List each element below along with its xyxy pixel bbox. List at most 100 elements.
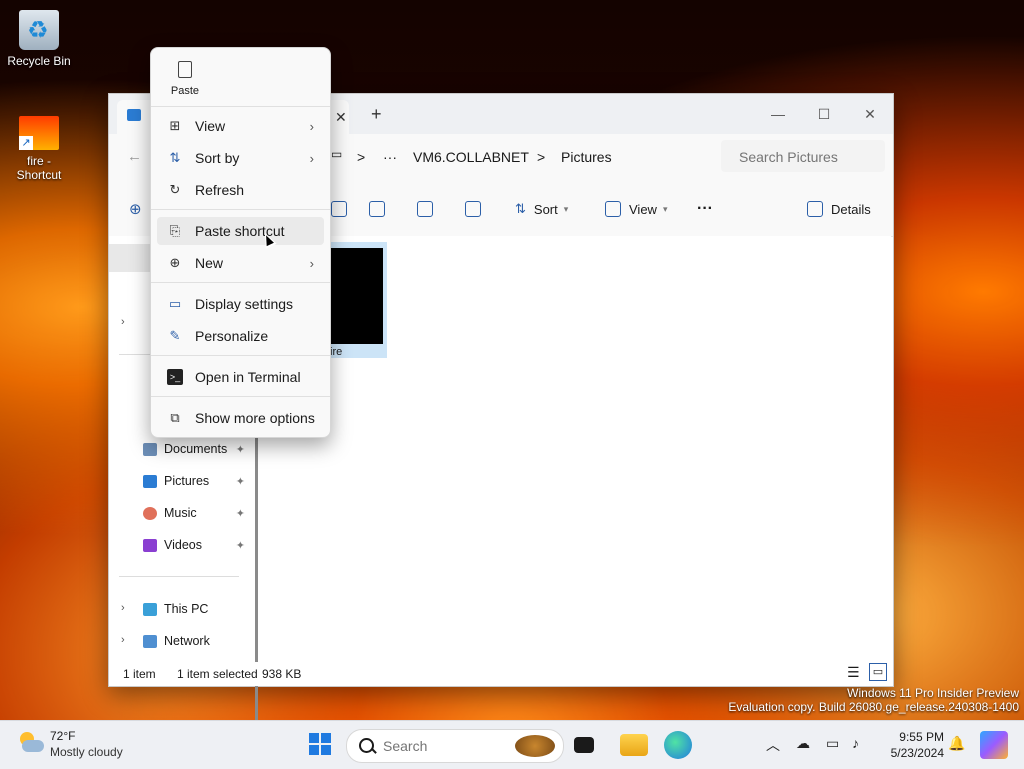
- taskbar-search[interactable]: [346, 729, 564, 763]
- nav-item-music[interactable]: Music ✦: [109, 499, 257, 527]
- search-box[interactable]: [721, 140, 891, 172]
- copilot-icon[interactable]: [980, 731, 1008, 759]
- share-button[interactable]: [417, 198, 441, 220]
- edge-browser-icon[interactable]: [664, 731, 692, 759]
- onedrive-offline-icon[interactable]: ☁: [796, 735, 810, 752]
- large-icons-view-icon[interactable]: ▭: [869, 663, 887, 681]
- search-input[interactable]: [737, 148, 891, 166]
- view-button[interactable]: View ▾: [605, 198, 667, 220]
- task-view-icon[interactable]: [574, 737, 594, 753]
- tab-close-button[interactable]: ✕: [335, 109, 347, 126]
- pin-icon: ✦: [235, 475, 245, 488]
- expand-chevron-icon[interactable]: ›: [121, 316, 125, 328]
- menu-item-display-settings[interactable]: ▭ Display settings: [157, 290, 324, 318]
- paste-button[interactable]: Paste: [159, 56, 211, 104]
- taskbar-search-input[interactable]: [381, 737, 495, 755]
- clock-time: 9:55 PM: [899, 730, 944, 744]
- paste-label: Paste: [170, 85, 200, 97]
- pin-icon: ✦: [235, 507, 245, 520]
- more-options-icon: ⧉: [170, 410, 180, 425]
- nav-item-this-pc[interactable]: › This PC: [109, 595, 257, 623]
- new-tab-button[interactable]: +: [371, 104, 382, 125]
- nav-item-documents[interactable]: Documents ✦: [109, 435, 257, 463]
- search-icon: [359, 738, 374, 753]
- menu-item-label: View: [195, 118, 226, 134]
- paste-shortcut-icon: ⎘: [169, 223, 181, 238]
- notification-bell-icon[interactable]: 🔔: [948, 735, 965, 752]
- show-hidden-icons-chevron-icon[interactable]: ︿: [766, 735, 780, 755]
- menu-item-label: Personalize: [195, 328, 269, 344]
- start-button[interactable]: [309, 733, 331, 755]
- refresh-icon: ↻: [169, 182, 181, 197]
- desktop-icon-recycle-bin[interactable]: Recycle Bin: [3, 10, 75, 68]
- close-button[interactable]: ✕: [847, 100, 893, 128]
- menu-item-new[interactable]: ⊕ New ›: [157, 249, 324, 277]
- menu-item-open-in-terminal[interactable]: >_ Open in Terminal: [157, 363, 324, 391]
- minimize-button[interactable]: —: [755, 100, 801, 128]
- copy-button[interactable]: [331, 198, 355, 220]
- weather-temperature: 72°F: [50, 729, 76, 743]
- breadcrumb-ellipsis[interactable]: ···: [383, 149, 397, 165]
- rename-button[interactable]: [369, 198, 393, 220]
- nav-item-label: Pictures: [164, 474, 210, 488]
- delete-button[interactable]: [465, 198, 489, 220]
- nav-item-label: Videos: [164, 538, 202, 552]
- more-button[interactable]: ···: [697, 198, 713, 220]
- nav-item-label: Network: [164, 634, 210, 648]
- brush-icon: ✎: [169, 328, 181, 343]
- windows-logo-icon: [309, 733, 319, 743]
- nav-scrollbar[interactable]: [255, 384, 258, 756]
- computer-icon: ▭: [331, 147, 343, 161]
- network-icon[interactable]: ▭: [826, 735, 839, 752]
- menu-divider: [151, 282, 330, 283]
- chevron-down-icon: ▾: [563, 203, 569, 214]
- menu-divider: [151, 355, 330, 356]
- menu-divider: [151, 396, 330, 397]
- computer-icon: [143, 602, 157, 616]
- chevron-right-icon: ›: [309, 255, 314, 271]
- sort-icon: ⇅: [515, 201, 526, 216]
- details-button[interactable]: Details: [807, 198, 871, 220]
- weather-cloud-sun-icon: [18, 732, 44, 754]
- desktop-icon-fire-shortcut[interactable]: ↗ fire - Shortcut: [3, 116, 75, 182]
- nav-item-network[interactable]: › Network: [109, 627, 257, 655]
- breadcrumb-pictures[interactable]: Pictures: [561, 149, 612, 165]
- videos-icon: [143, 538, 157, 552]
- view-icon: [605, 201, 621, 217]
- menu-item-label: Sort by: [195, 150, 240, 166]
- nav-item-pictures[interactable]: Pictures ✦: [109, 467, 257, 495]
- selection-count: 1 item selected: [177, 667, 258, 681]
- breadcrumb-separator: >: [357, 149, 366, 165]
- menu-item-sort-by[interactable]: ⇅ Sort by ›: [157, 144, 324, 172]
- menu-item-view[interactable]: ⊞ View ›: [157, 112, 324, 140]
- nav-item-videos[interactable]: Videos ✦: [109, 531, 257, 559]
- sort-button[interactable]: ⇅ Sort ▾: [515, 198, 568, 220]
- search-highlight-turtle-icon: [515, 735, 555, 757]
- maximize-button[interactable]: ☐: [801, 100, 847, 128]
- expand-chevron-icon[interactable]: ›: [121, 602, 125, 614]
- watermark-edition: Windows 11 Pro Insider Preview: [847, 686, 1019, 700]
- file-explorer-app-icon[interactable]: [620, 734, 648, 756]
- status-bar: 1 item 1 item selected 938 KB ☰ ▭: [109, 662, 893, 686]
- menu-item-show-more-options[interactable]: ⧉ Show more options: [157, 404, 324, 432]
- menu-item-refresh[interactable]: ↻ Refresh: [157, 176, 324, 204]
- volume-icon[interactable]: ♪: [852, 735, 859, 751]
- documents-icon: [143, 442, 157, 456]
- rename-icon: [369, 201, 385, 217]
- watermark-build: Evaluation copy. Build 26080.ge_release.…: [728, 700, 1019, 714]
- chevron-right-icon: ›: [309, 118, 314, 134]
- clock[interactable]: 9:55 PM 5/23/2024: [891, 729, 944, 761]
- weather-condition: Mostly cloudy: [50, 745, 123, 759]
- nav-divider: [119, 576, 239, 577]
- pin-icon: ✦: [235, 539, 245, 552]
- details-view-icon[interactable]: ☰: [847, 664, 865, 682]
- clock-date: 5/23/2024: [890, 746, 944, 760]
- desktop-icon-label: Recycle Bin: [7, 54, 71, 68]
- menu-item-paste-shortcut[interactable]: ⎘ Paste shortcut: [157, 217, 324, 245]
- menu-item-personalize[interactable]: ✎ Personalize: [157, 322, 324, 350]
- display-icon: ▭: [168, 296, 182, 311]
- back-arrow-icon[interactable]: ←: [127, 148, 142, 165]
- breadcrumb-vm6-collabnet[interactable]: VM6.COLLABNET: [413, 149, 529, 165]
- expand-chevron-icon[interactable]: ›: [121, 634, 125, 646]
- new-icon[interactable]: ⊕: [129, 198, 142, 220]
